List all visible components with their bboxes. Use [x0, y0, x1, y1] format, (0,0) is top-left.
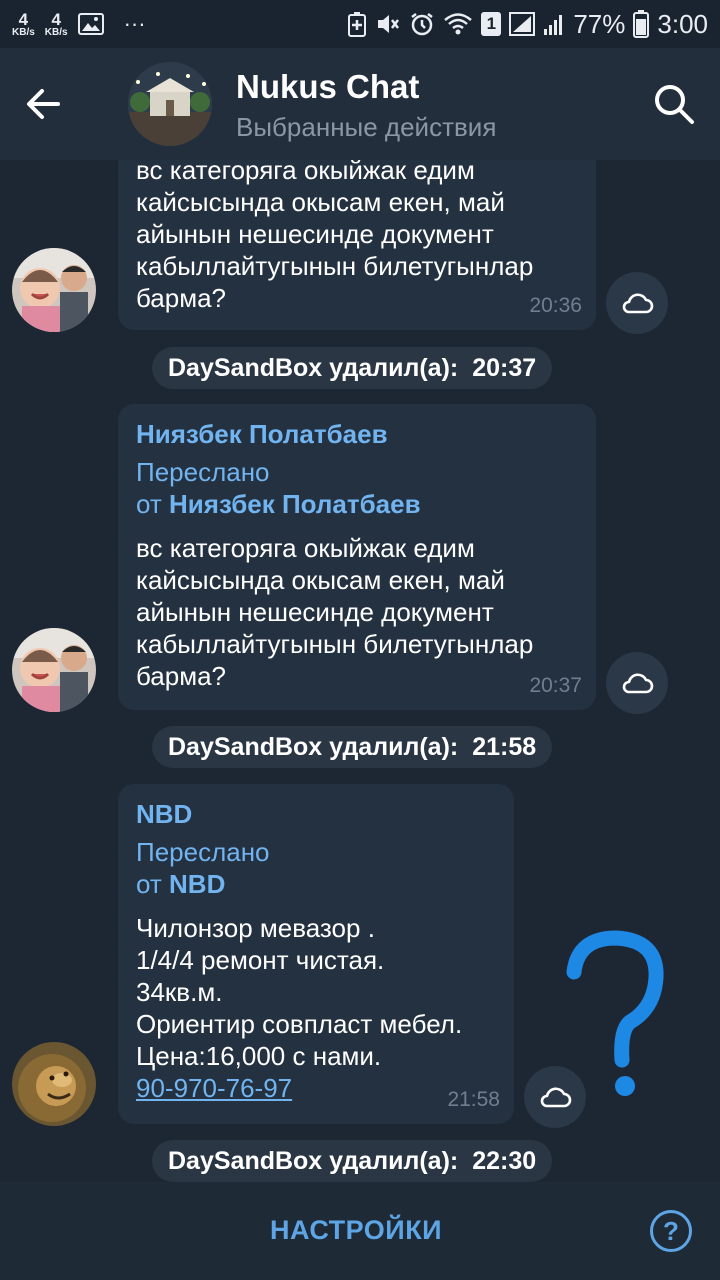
message-time: 21:58	[447, 1088, 500, 1111]
alarm-icon	[411, 13, 434, 36]
message-text: вс категоряга окыйжак едим кайсысында ок…	[136, 160, 534, 313]
network-speed-indicator: 4 KB/s	[44, 9, 68, 38]
settings-button[interactable]: НАСТРОЙКИ	[270, 1215, 442, 1246]
service-time: 20:37	[472, 353, 537, 382]
battery-icon	[633, 10, 650, 38]
phone-link[interactable]: 90-970-76-97	[136, 1073, 292, 1103]
more-notifications-icon: ···	[123, 11, 146, 36]
battery-saver-icon	[348, 12, 367, 37]
forwarded-label: Переслано	[136, 457, 270, 487]
user-avatar[interactable]	[12, 1042, 96, 1126]
service-time: 22:30	[472, 1146, 537, 1175]
forwarded-from-prefix: от	[136, 869, 162, 899]
share-button[interactable]	[606, 652, 668, 714]
message-text: вс категоряга окыйжак едим кайсысында ок…	[136, 533, 534, 691]
status-bar: 4 KB/s 4 KB/s ··· 1 77% 3:00	[0, 0, 720, 48]
service-text: DaySandBox удалил(а):	[168, 1146, 459, 1175]
forwarded-from-name[interactable]: Ниязбек Полатбаев	[169, 489, 421, 519]
message-time: 20:36	[529, 294, 582, 317]
sender-name[interactable]: Ниязбек Полатбаев	[136, 418, 578, 450]
chat-avatar[interactable]	[128, 62, 212, 146]
mute-icon	[378, 15, 400, 33]
bottom-bar: НАСТРОЙКИ ?	[0, 1182, 720, 1280]
wifi-icon	[444, 13, 473, 35]
cloud-icon	[622, 293, 654, 314]
clock: 3:00	[657, 8, 708, 39]
chat-log[interactable]: вс категоряга окыйжак едим кайсысында ок…	[0, 160, 720, 1182]
question-mark-annotation	[566, 930, 664, 1096]
user-avatar[interactable]	[12, 628, 96, 712]
service-text: DaySandBox удалил(а):	[168, 732, 459, 761]
user-avatar-image	[12, 248, 96, 332]
service-message: DaySandBox удалил(а): 22:30	[152, 1140, 553, 1182]
chat-title: Nukus Chat	[236, 68, 420, 105]
back-button[interactable]	[22, 82, 66, 126]
message-time: 20:37	[529, 674, 582, 697]
service-message: DaySandBox удалил(а): 20:37	[152, 347, 553, 389]
user-avatar[interactable]	[12, 248, 96, 332]
cloud-icon	[622, 673, 654, 694]
service-text: DaySandBox удалил(а):	[168, 353, 459, 382]
share-button[interactable]	[606, 272, 668, 334]
network-speed-indicator: 4 KB/s	[12, 9, 35, 38]
forwarded-from-name[interactable]: NBD	[169, 869, 225, 899]
arrow-left-icon	[27, 89, 60, 119]
chat-avatar-image	[128, 62, 212, 146]
user-avatar-image	[12, 628, 96, 712]
chat-subtitle: Выбранные действия	[236, 112, 497, 142]
message-bubble[interactable]: NBD Переслано от NBD Чилонзор мевазор . …	[118, 784, 514, 1124]
search-button[interactable]	[652, 82, 696, 126]
signal-icon	[544, 15, 563, 35]
search-icon	[655, 85, 694, 124]
forwarded-from-prefix: от	[136, 489, 162, 519]
message-bubble[interactable]: вс категоряга окыйжак едим кайсысында ок…	[118, 160, 596, 330]
chat-header: Nukus Chat Выбранные действия	[0, 48, 720, 160]
image-icon	[77, 13, 104, 35]
message-bubble[interactable]: Ниязбек Полатбаев Переслано от Ниязбек П…	[118, 404, 596, 710]
service-time: 21:58	[472, 732, 537, 761]
lion-avatar-image	[12, 1042, 96, 1126]
forwarded-label: Переслано	[136, 837, 270, 867]
message-text: Чилонзор мевазор . 1/4/4 ремонт чистая. …	[136, 913, 463, 1071]
sender-name[interactable]: NBD	[136, 798, 496, 830]
help-button[interactable]: ?	[650, 1210, 692, 1252]
service-message: DaySandBox удалил(а): 21:58	[152, 726, 553, 768]
battery-percent: 77%	[573, 8, 626, 39]
signal-icon	[509, 12, 536, 36]
sim-badge: 1	[481, 12, 502, 36]
